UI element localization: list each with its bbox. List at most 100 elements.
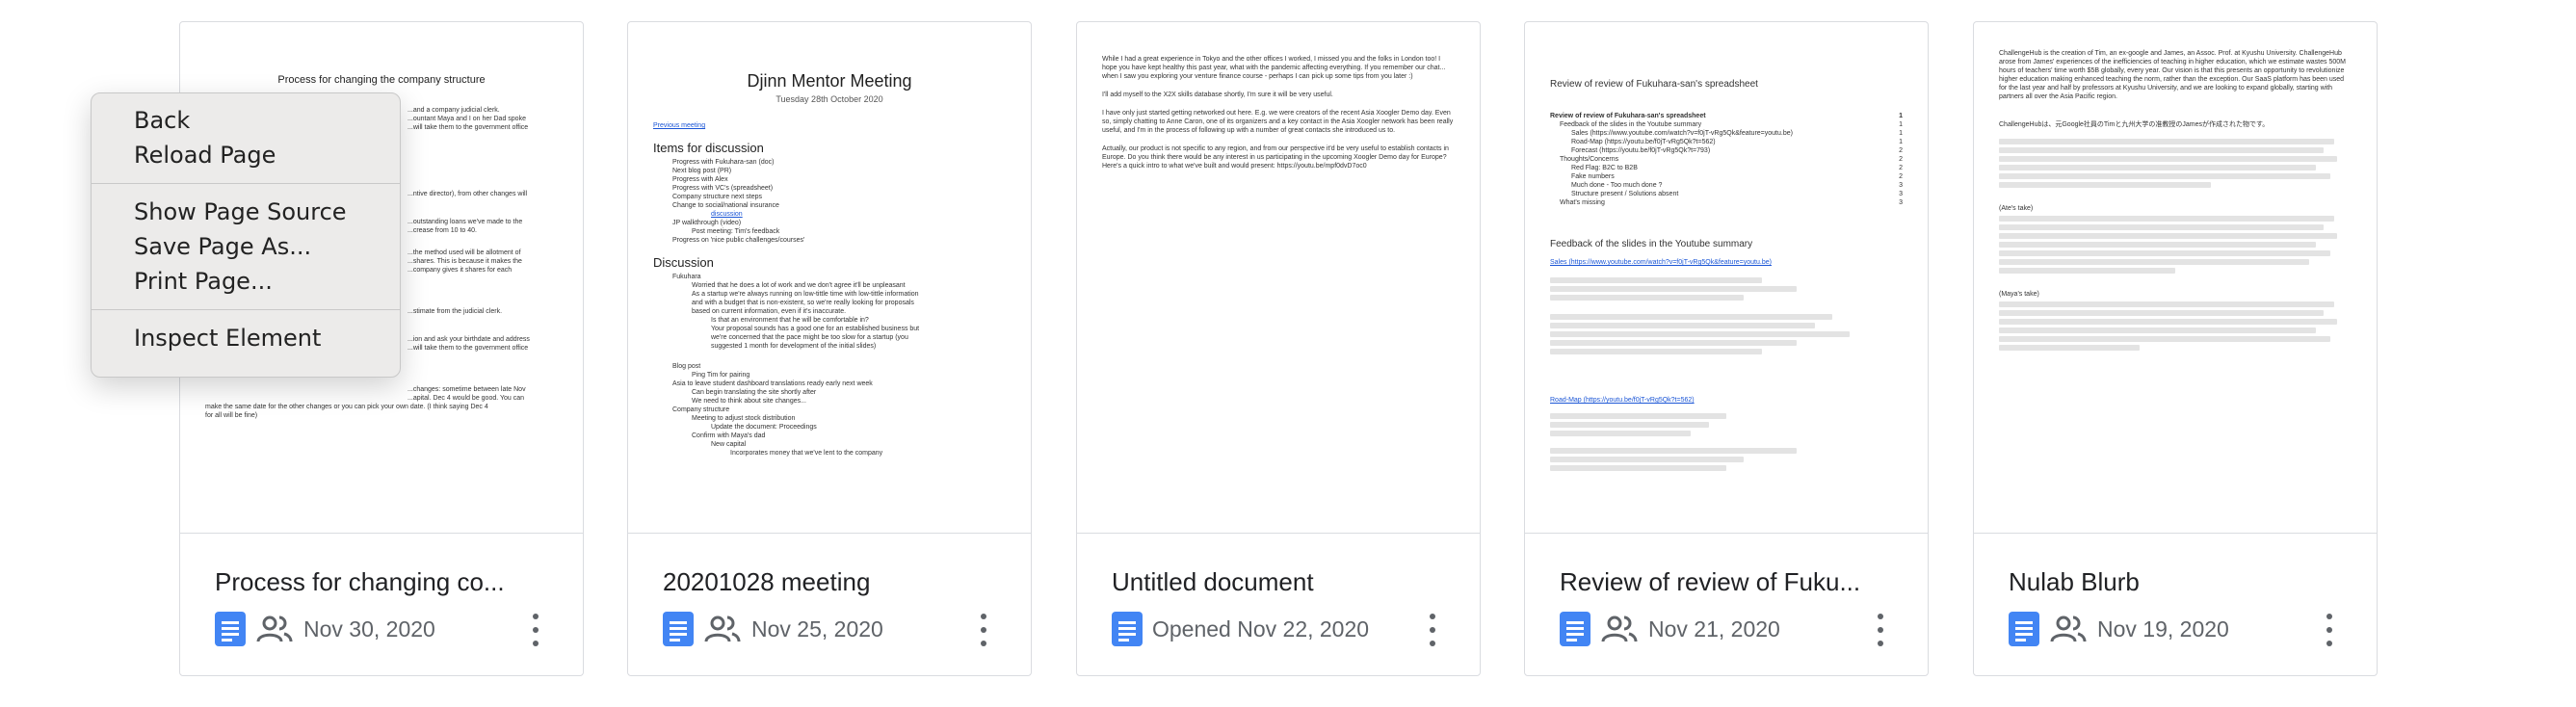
- card-info: Process for changing co... Nov 30, 2020: [180, 533, 583, 677]
- preview-line: ...ion and ask your birthdate and addres…: [407, 336, 530, 343]
- preview-item: As a startup we're always running on low…: [692, 291, 919, 298]
- preview-title: Process for changing the company structu…: [277, 74, 486, 86]
- preview-item: and with a budget that is non-existent, …: [692, 300, 914, 306]
- preview-line: ...changes: sometime between late Nov: [407, 386, 526, 393]
- document-thumbnail[interactable]: Review of review of Fukuhara-san's sprea…: [1525, 22, 1928, 534]
- card-meta: Opened Nov 22, 2020: [1112, 610, 1369, 648]
- document-preview: ChallengeHub is the creation of Tim, an …: [1974, 22, 2377, 533]
- preview-line: ...apital. Dec 4 would be good. You can: [407, 395, 525, 402]
- preview-line: ...company gives it shares for each: [407, 267, 513, 274]
- document-thumbnail[interactable]: Djinn Mentor Meeting Tuesday 28th Octobe…: [628, 22, 1031, 534]
- menu-item-save-page-as[interactable]: Save Page As...: [92, 229, 400, 264]
- more-options-icon[interactable]: [1428, 614, 1437, 646]
- preview-item: Is that an environment that he will be c…: [711, 317, 869, 324]
- toc-row: Road-Map (https://youtu.be/f0jT-vRg5Qk?t…: [1571, 139, 1903, 145]
- card-meta: Nov 25, 2020: [663, 610, 883, 648]
- document-thumbnail[interactable]: ChallengeHub is the creation of Tim, an …: [1974, 22, 2377, 534]
- preview-item: Can begin translating the site shortly a…: [692, 389, 817, 396]
- preview-item: Your proposal sounds has a good one for …: [711, 326, 920, 332]
- document-card[interactable]: While I had a great experience in Tokyo …: [1076, 21, 1481, 676]
- preview-item: Next blog post (PR): [672, 168, 732, 174]
- menu-item-reload-page[interactable]: Reload Page: [92, 138, 400, 172]
- docs-icon: [1560, 612, 1590, 646]
- preview-item: Company structure: [672, 406, 730, 413]
- menu-separator: [92, 183, 400, 184]
- document-card[interactable]: Djinn Mentor Meeting Tuesday 28th Octobe…: [627, 21, 1032, 676]
- context-menu: Back Reload Page Show Page Source Save P…: [91, 92, 401, 378]
- preview-item: Post meeting: Tim's feedback: [692, 228, 780, 235]
- more-options-icon[interactable]: [1876, 614, 1885, 646]
- card-title[interactable]: Untitled document: [1112, 567, 1439, 597]
- preview-line: for all will be fine): [205, 412, 258, 419]
- preview-line: make the same date for the other changes…: [205, 404, 488, 410]
- document-preview: Review of review of Fukuhara-san's sprea…: [1525, 22, 1928, 533]
- menu-item-back[interactable]: Back: [92, 103, 400, 138]
- preview-paragraph: I'll add myself to the X2X skills databa…: [1102, 92, 1333, 98]
- document-card[interactable]: Review of review of Fukuhara-san's sprea…: [1524, 21, 1929, 676]
- shared-people-icon: [704, 615, 741, 642]
- menu-item-inspect-element[interactable]: Inspect Element: [92, 321, 400, 355]
- preview-item: Ping Tim for pairing: [692, 372, 750, 379]
- preview-paragraph: ChallengeHub is the creation of Tim, an …: [1999, 50, 2346, 100]
- card-title[interactable]: 20201028 meeting: [663, 567, 990, 597]
- menu-item-show-page-source[interactable]: Show Page Source: [92, 195, 400, 229]
- more-options-icon[interactable]: [531, 614, 540, 646]
- menu-separator: [92, 309, 400, 310]
- toc-row: Review of review of Fukuhara-san's sprea…: [1550, 113, 1903, 119]
- card-info: 20201028 meeting Nov 25, 2020: [628, 533, 1031, 677]
- toc-row: Red Flag: B2C to B2B 2: [1571, 165, 1903, 171]
- preview-line: ...crease from 10 to 40.: [407, 227, 477, 234]
- more-options-icon[interactable]: [2325, 614, 2334, 646]
- toc-row: Much done - Too much done ? 3: [1571, 182, 1903, 189]
- preview-item: Fukuhara: [672, 274, 701, 280]
- card-meta: Nov 21, 2020: [1560, 610, 1780, 648]
- last-modified-date: Nov 30, 2020: [303, 615, 435, 642]
- menu-item-print-page[interactable]: Print Page...: [92, 264, 400, 299]
- preview-link: Road-Map (https://youtu.be/f0jT-vRg5Qk?t…: [1550, 397, 1695, 404]
- preview-item: Blog post: [672, 363, 701, 370]
- preview-item: Incorporates money that we've lent to th…: [730, 450, 883, 457]
- card-title[interactable]: Nulab Blurb: [2009, 567, 2336, 597]
- preview-item: Change to social/national insurance: [672, 202, 779, 209]
- preview-item: Progress on 'nice public challenges/cour…: [672, 237, 805, 244]
- toc-row: Fake numbers 2: [1571, 173, 1903, 180]
- toc-row: What's missing 3: [1560, 199, 1903, 206]
- last-modified-date: Nov 25, 2020: [751, 615, 883, 642]
- preview-link: Sales (https://www.youtube.com/watch?v=f…: [1550, 259, 1772, 266]
- preview-heading: Discussion: [653, 255, 714, 270]
- toc-row: Sales (https://www.youtube.com/watch?v=f…: [1571, 130, 1903, 137]
- preview-item: Progress with Fukuhara-san (doc): [672, 159, 775, 166]
- shared-people-icon: [2050, 615, 2087, 642]
- preview-item: Confirm with Maya's dad: [692, 432, 766, 439]
- card-meta: Nov 30, 2020: [215, 610, 435, 648]
- last-modified-date: Nov 21, 2020: [1648, 615, 1780, 642]
- last-modified-date: Nov 19, 2020: [2097, 615, 2229, 642]
- preview-heading: Items for discussion: [653, 141, 764, 155]
- preview-item: based on current information, even if it…: [692, 308, 847, 315]
- preview-line: ...the method used will be allotment of: [407, 249, 521, 256]
- docs-icon: [2009, 612, 2039, 646]
- preview-item: Worried that he does a lot of work and w…: [692, 282, 906, 289]
- toc-row: Forecast (https://youtu.be/f0jT-vRg5Qk?t…: [1571, 147, 1903, 154]
- preview-paragraph: ChallengeHubは、元Google社員のTimと九州大学の准教授のJam…: [1999, 121, 2270, 128]
- preview-title: Review of review of Fukuhara-san's sprea…: [1550, 79, 1758, 90]
- shared-people-icon: [1601, 615, 1638, 642]
- card-title[interactable]: Review of review of Fuku...: [1560, 567, 1887, 597]
- preview-item: We need to think about site changes...: [692, 398, 806, 405]
- preview-line: ...will take them to the government offi…: [407, 124, 529, 131]
- preview-item: Progress with Alex: [672, 176, 728, 183]
- preview-item: Meeting to adjust stock distribution: [692, 415, 796, 422]
- toc-row: Thoughts/Concerns 2: [1560, 156, 1903, 163]
- document-thumbnail[interactable]: While I had a great experience in Tokyo …: [1077, 22, 1480, 534]
- preview-item: suggested 1 month for development of the…: [711, 343, 877, 350]
- docs-icon: [215, 612, 246, 646]
- more-options-icon[interactable]: [979, 614, 988, 646]
- preview-paragraph: While I had a great experience in Tokyo …: [1102, 56, 1446, 80]
- preview-paragraph: (Ate's take): [1999, 205, 2034, 212]
- preview-line: ...ountant Maya and I on her Dad spoke: [407, 116, 526, 122]
- card-title[interactable]: Process for changing co...: [215, 567, 542, 597]
- preview-line: ...stimate from the judicial clerk.: [407, 308, 503, 315]
- preview-paragraph: I have only just started getting network…: [1102, 110, 1454, 134]
- toc-row: Structure present / Solutions absent 3: [1571, 191, 1903, 197]
- document-card[interactable]: ChallengeHub is the creation of Tim, an …: [1973, 21, 2378, 676]
